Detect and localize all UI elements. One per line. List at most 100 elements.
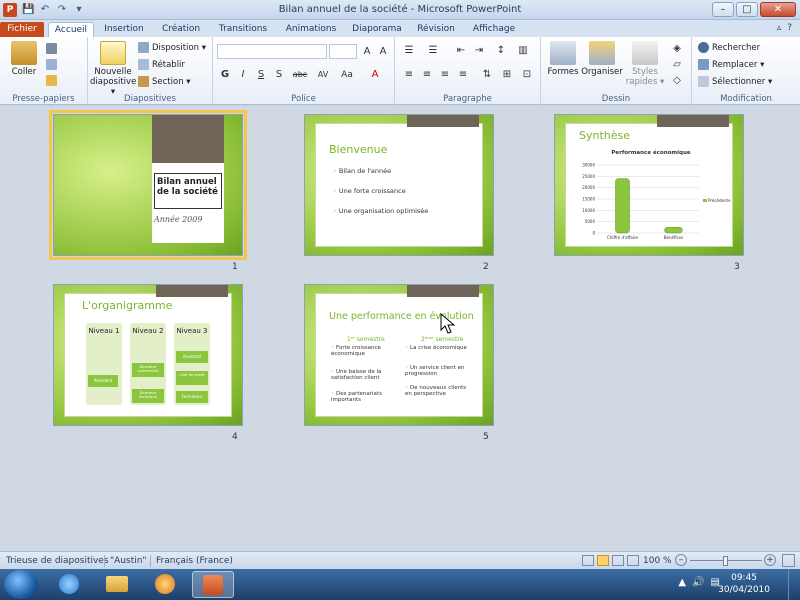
- ribbon-tabs: Fichier Accueil Insertion Création Trans…: [0, 20, 800, 37]
- justify-icon[interactable]: ≡: [455, 68, 471, 82]
- minimize-ribbon-icon[interactable]: ▵: [777, 23, 782, 33]
- format-painter-button[interactable]: [46, 75, 57, 86]
- smartart-icon[interactable]: ⊡: [519, 68, 535, 82]
- text-direction-icon[interactable]: ⇅: [479, 68, 495, 82]
- reset-button[interactable]: Rétablir: [138, 59, 185, 70]
- zoom-out-button[interactable]: –: [675, 554, 687, 566]
- copy-button[interactable]: [46, 59, 57, 70]
- shadow-button[interactable]: S: [271, 68, 287, 82]
- close-button[interactable]: ✕: [760, 2, 796, 17]
- zoom-level[interactable]: 100 %: [643, 556, 672, 566]
- clock[interactable]: 09:45 30/04/2010: [718, 572, 770, 596]
- clock-date: 30/04/2010: [718, 585, 770, 595]
- align-left-icon[interactable]: ≡: [401, 68, 417, 82]
- new-slide-button[interactable]: Nouvelle diapositive ▾: [90, 41, 136, 97]
- show-desktop-button[interactable]: [788, 569, 800, 600]
- arrange-icon: [589, 41, 615, 65]
- shapes-button[interactable]: Formes: [545, 41, 581, 77]
- volume-icon[interactable]: 🔊: [692, 577, 704, 588]
- explorer-taskbar-icon[interactable]: [96, 571, 138, 598]
- tab-fichier[interactable]: Fichier: [0, 22, 44, 37]
- tab-diaporama[interactable]: Diaporama: [348, 22, 406, 37]
- reset-icon: [138, 59, 149, 70]
- decrease-indent-icon[interactable]: ⇤: [453, 44, 469, 58]
- increase-indent-icon[interactable]: ⇥: [471, 44, 487, 58]
- cut-button[interactable]: [46, 43, 57, 54]
- change-case-button[interactable]: Aa: [337, 68, 357, 82]
- shape-outline-icon[interactable]: ▱: [669, 58, 685, 72]
- section-button[interactable]: Section ▾: [138, 76, 191, 87]
- slideshow-view-icon[interactable]: [627, 555, 639, 566]
- language-indicator[interactable]: Français (France): [156, 556, 233, 566]
- show-hidden-icons-icon[interactable]: ▲: [678, 577, 686, 588]
- strikethrough-button[interactable]: abc: [289, 68, 311, 82]
- windows-taskbar: ▲ 🔊 ▤ 09:45 30/04/2010: [0, 569, 800, 600]
- tab-accueil[interactable]: Accueil: [48, 22, 94, 37]
- align-center-icon[interactable]: ≡: [419, 68, 435, 82]
- normal-view-icon[interactable]: [582, 555, 594, 566]
- copy-icon: [46, 59, 57, 70]
- org-box: Directeur technique: [132, 389, 164, 403]
- paste-button[interactable]: Coller: [6, 41, 42, 77]
- shapes-icon: [550, 41, 576, 65]
- zoom-slider-thumb[interactable]: [723, 556, 728, 566]
- slide-thumbnail-4[interactable]: L'organigramme Niveau 1 Niveau 2 Niveau …: [53, 284, 243, 426]
- fit-to-window-icon[interactable]: [782, 554, 795, 567]
- media-player-icon: [155, 574, 175, 594]
- zoom-in-button[interactable]: +: [764, 554, 776, 566]
- media-player-taskbar-icon[interactable]: [144, 571, 186, 598]
- status-bar: Trieuse de diapositives "Austin" Françai…: [0, 551, 800, 569]
- italic-button[interactable]: I: [235, 68, 251, 82]
- view-indicator: Trieuse de diapositives: [6, 556, 109, 566]
- tab-affichage[interactable]: Affichage: [466, 22, 522, 37]
- quick-styles-button[interactable]: Styles rapides ▾: [625, 41, 665, 87]
- slide-thumbnail-5[interactable]: Une performance en évolution 1ᵉʳ semestr…: [304, 284, 494, 426]
- minimize-button[interactable]: –: [712, 2, 734, 17]
- slide-thumbnail-2[interactable]: Bienvenue Bilan de l'année Une forte cro…: [304, 114, 494, 256]
- help-icon[interactable]: ?: [787, 23, 792, 33]
- font-color-button[interactable]: A: [367, 68, 383, 82]
- find-button[interactable]: Rechercher: [698, 42, 760, 53]
- font-size-dropdown[interactable]: [329, 44, 357, 59]
- columns-icon[interactable]: ▥: [515, 44, 531, 58]
- slide-5-bullet: Des partenariats importants: [331, 391, 391, 403]
- shrink-font-icon[interactable]: A: [375, 45, 391, 59]
- powerpoint-taskbar-icon[interactable]: [192, 571, 234, 598]
- layout-label: Disposition ▾: [152, 42, 206, 53]
- tab-animations[interactable]: Animations: [280, 22, 342, 37]
- arrange-button[interactable]: Organiser: [581, 41, 623, 77]
- line-spacing-icon[interactable]: ↕: [493, 44, 509, 58]
- align-text-icon[interactable]: ⊞: [499, 68, 515, 82]
- slide-thumbnail-3[interactable]: Synthèse Performance économique 30000 250…: [554, 114, 744, 256]
- shape-effects-icon[interactable]: ◇: [669, 74, 685, 88]
- font-name-dropdown[interactable]: [217, 44, 327, 59]
- grow-font-icon[interactable]: A: [359, 45, 375, 59]
- internet-explorer-taskbar-icon[interactable]: [48, 571, 90, 598]
- slide-1-title: Bilan annuel de la société: [154, 173, 222, 209]
- replace-button[interactable]: Remplacer ▾: [698, 59, 764, 70]
- maximize-button[interactable]: □: [736, 2, 758, 17]
- new-slide-label-1: Nouvelle: [94, 67, 132, 77]
- tab-creation[interactable]: Création: [156, 22, 206, 37]
- slide-thumbnail-1[interactable]: Bilan annuel de la société Année 2009: [49, 110, 247, 260]
- layout-button[interactable]: Disposition ▾: [138, 42, 206, 53]
- tab-insertion[interactable]: Insertion: [98, 22, 150, 37]
- tab-revision[interactable]: Révision: [412, 22, 460, 37]
- bullets-icon[interactable]: ☰: [401, 44, 417, 58]
- numbering-icon[interactable]: ☰: [425, 44, 441, 58]
- editing-group-label: Modification: [720, 94, 772, 104]
- slide-sorter-view-icon[interactable]: [597, 555, 609, 566]
- windows-start-button[interactable]: [4, 570, 38, 599]
- reading-view-icon[interactable]: [612, 555, 624, 566]
- underline-button[interactable]: S: [253, 68, 269, 82]
- char-spacing-button[interactable]: AV: [313, 68, 333, 82]
- align-right-icon[interactable]: ≡: [437, 68, 453, 82]
- font-group-label: Police: [291, 94, 316, 104]
- group-font: A A G I S S abc AV Aa A Police: [213, 37, 395, 105]
- tab-transitions[interactable]: Transitions: [212, 22, 274, 37]
- bold-button[interactable]: G: [217, 68, 233, 82]
- select-button[interactable]: Sélectionner ▾: [698, 76, 772, 87]
- shape-fill-icon[interactable]: ◈: [669, 42, 685, 56]
- scissors-icon: [46, 43, 57, 54]
- y-tick-label: 10000: [582, 208, 595, 213]
